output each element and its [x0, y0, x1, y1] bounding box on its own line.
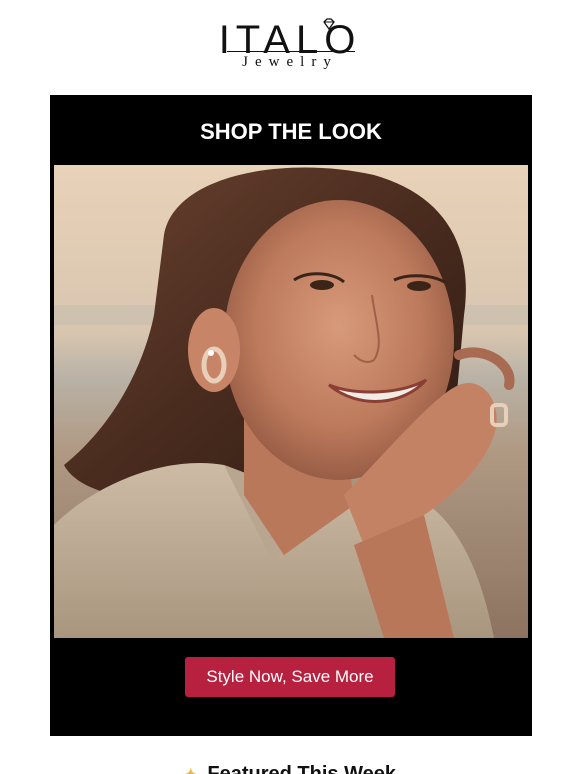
brand-tagline: Jewelry: [242, 54, 338, 70]
shop-the-look-panel: SHOP THE LOOK Style Now, Save More: [50, 95, 532, 736]
hero-image[interactable]: [54, 165, 528, 638]
featured-title: Featured This Week: [207, 763, 396, 774]
email-header: ITALO Jewelry: [0, 0, 580, 94]
hero-illustration: [54, 165, 528, 638]
sparkle-icon: ✦: [184, 767, 197, 774]
featured-heading: ✦ Featured This Week: [0, 762, 580, 774]
diamond-icon: [323, 18, 335, 30]
style-now-button[interactable]: Style Now, Save More: [185, 657, 395, 697]
logo-underline: [227, 51, 355, 52]
panel-title: SHOP THE LOOK: [200, 119, 382, 144]
